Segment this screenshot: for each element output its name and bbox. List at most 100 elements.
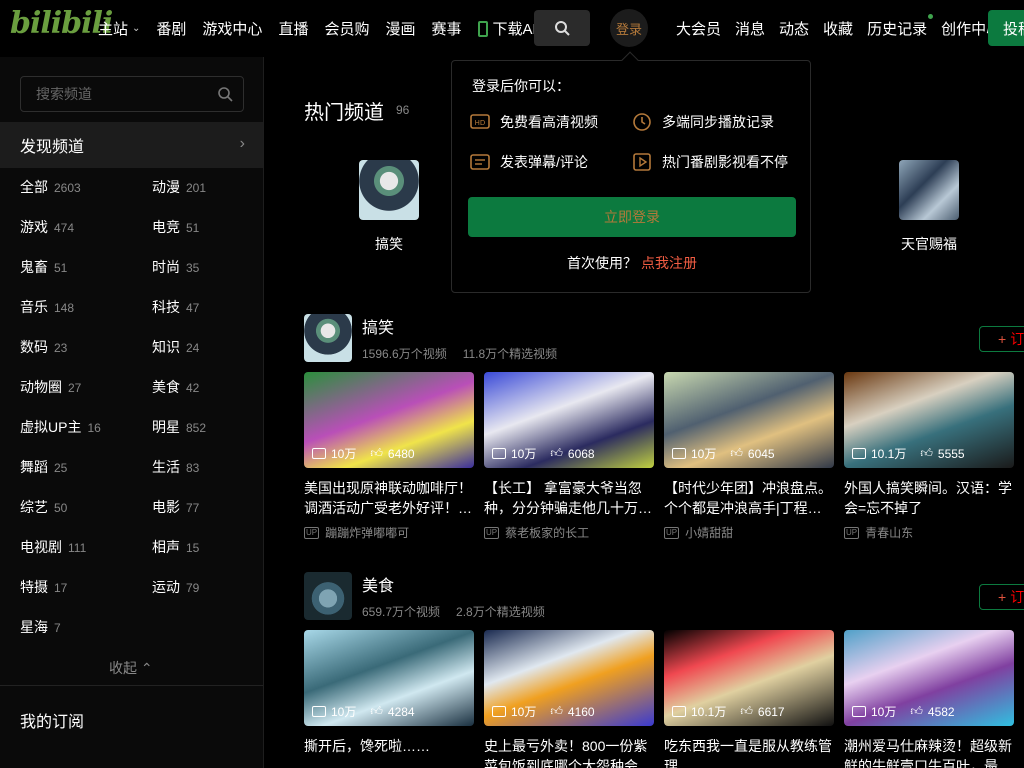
- video-card[interactable]: 10.1万 👍︎ 6617 吃东西我一直是服从教练管理: [664, 630, 834, 768]
- nav-manga[interactable]: 漫画: [385, 18, 415, 39]
- register-link[interactable]: 点我注册: [641, 255, 697, 271]
- video-cover[interactable]: 10万 👍︎ 6068: [484, 372, 654, 468]
- video-card[interactable]: 10万 👍︎ 4160 史上最亏外卖！800一份紫菜包饭到底哪个大怨种会…: [484, 630, 654, 768]
- channel-search-input[interactable]: 搜索频道: [20, 76, 244, 112]
- channel-avatar[interactable]: [304, 314, 352, 362]
- hot-channel-item[interactable]: 搞笑: [359, 160, 419, 254]
- search-icon[interactable]: [217, 86, 233, 102]
- uploader[interactable]: UP 蹦蹦炸弹嘟嘟可: [304, 524, 474, 541]
- category-item[interactable]: 数码 23: [20, 337, 67, 357]
- popover-login-button[interactable]: 立即登录: [468, 197, 796, 237]
- nav-shop[interactable]: 会员购: [324, 18, 369, 39]
- category-item[interactable]: 鬼畜 51: [20, 257, 67, 277]
- video-cover[interactable]: 10万 👍︎ 6480: [304, 372, 474, 468]
- play-count-icon: [492, 706, 506, 717]
- video-title[interactable]: 吃东西我一直是服从教练管理: [664, 736, 834, 768]
- category-item[interactable]: 游戏 474: [20, 217, 74, 237]
- login-avatar-button[interactable]: 登录: [610, 9, 648, 47]
- nav-esports[interactable]: 赛事: [431, 18, 461, 39]
- category-item[interactable]: 虚拟UP主 16: [20, 417, 101, 437]
- search-button[interactable]: [534, 10, 590, 46]
- video-card[interactable]: 10万 👍︎ 4284 撕开后，馋死啦……: [304, 630, 474, 768]
- category-item[interactable]: 星海 7: [20, 617, 61, 637]
- video-card[interactable]: 10万 👍︎ 4582 潮州爱马仕麻辣烫！超级新鲜的牛鲜壹口牛百叶，最…: [844, 630, 1014, 768]
- perk-label: 免费看高清视频: [500, 114, 598, 130]
- video-title[interactable]: 美国出现原神联动咖啡厅！调酒活动广受老外好评！…: [304, 478, 474, 518]
- video-cover[interactable]: 10.1万 👍︎ 5555: [844, 372, 1014, 468]
- category-item[interactable]: 综艺 50: [20, 497, 67, 517]
- category-item[interactable]: 动漫 201: [152, 177, 206, 197]
- nav-vip[interactable]: 大会员: [676, 18, 721, 39]
- video-title[interactable]: 潮州爱马仕麻辣烫！超级新鲜的牛鲜壹口牛百叶，最…: [844, 736, 1014, 768]
- hot-channel-item[interactable]: 天官赐福: [899, 160, 959, 254]
- category-name: 鬼畜: [20, 259, 48, 275]
- category-item[interactable]: 舞蹈 25: [20, 457, 67, 477]
- chevron-up-icon: ⌃: [140, 660, 153, 676]
- uploader-name: 小婧甜甜: [685, 526, 734, 540]
- subscribe-button[interactable]: + 订: [979, 326, 1024, 352]
- video-card[interactable]: 10万 👍︎ 6068 【长工】 拿富豪大爷当忽种，分分钟骗走他几十万… UP 蔡老板家的…: [484, 372, 654, 541]
- bilibili-logo[interactable]: bilibili: [10, 6, 113, 41]
- video-title[interactable]: 【时代少年团】冲浪盘点。个个都是冲浪高手|丁程…: [664, 478, 834, 518]
- discover-channels[interactable]: 发现频道 ›: [0, 122, 263, 168]
- video-card[interactable]: 10万 👍︎ 6480 美国出现原神联动咖啡厅！调酒活动广受老外好评！… UP 蹦蹦炸弹嘟…: [304, 372, 474, 541]
- nav-messages[interactable]: 消息: [735, 18, 765, 39]
- category-item[interactable]: 特摄 17: [20, 577, 67, 597]
- nav-dynamic[interactable]: 动态: [779, 18, 809, 39]
- category-count: 25: [54, 461, 68, 475]
- nav-live[interactable]: 直播: [278, 18, 308, 39]
- video-title[interactable]: 【长工】 拿富豪大爷当忽种，分分钟骗走他几十万…: [484, 478, 654, 518]
- video-cover[interactable]: 10万 👍︎ 4582: [844, 630, 1014, 726]
- video-cover[interactable]: 10万 👍︎ 4160: [484, 630, 654, 726]
- upload-button[interactable]: 投稿: [988, 10, 1024, 46]
- category-item[interactable]: 生活 83: [152, 457, 199, 477]
- category-item[interactable]: 科技 47: [152, 297, 199, 317]
- category-item[interactable]: 电视剧 111: [20, 537, 86, 557]
- my-subscriptions[interactable]: 我的订阅: [20, 708, 84, 732]
- category-item[interactable]: 时尚 35: [152, 257, 199, 277]
- category-item[interactable]: 运动 79: [152, 577, 199, 597]
- nav-main-site[interactable]: 主站 ⌄: [98, 18, 140, 39]
- play-icon: [633, 153, 651, 171]
- like-icon: 👍︎: [920, 446, 933, 460]
- category-item[interactable]: 美食 42: [152, 377, 199, 397]
- category-count: 24: [186, 341, 200, 355]
- category-item[interactable]: 音乐 148: [20, 297, 74, 317]
- video-title[interactable]: 史上最亏外卖！800一份紫菜包饭到底哪个大怨种会…: [484, 736, 654, 768]
- category-item[interactable]: 动物圈 27: [20, 377, 81, 397]
- video-card[interactable]: 10.1万 👍︎ 5555 外国人搞笑瞬间。汉语：学会=忘不掉了 UP 青春山东: [844, 372, 1014, 541]
- nav-history[interactable]: 历史记录: [867, 14, 934, 39]
- uploader[interactable]: UP 小婧甜甜: [664, 524, 834, 541]
- like-count: 6068: [567, 446, 595, 461]
- channel-name[interactable]: 美食: [362, 572, 394, 596]
- video-cover[interactable]: 10万 👍︎ 4284: [304, 630, 474, 726]
- category-item[interactable]: 相声 15: [152, 537, 199, 557]
- channel-name[interactable]: 搞笑: [362, 314, 394, 338]
- nav-favorites[interactable]: 收藏: [823, 18, 853, 39]
- category-item[interactable]: 全部 2603: [20, 177, 81, 197]
- video-count: 659.7万个视频: [362, 605, 441, 619]
- video-cover[interactable]: 10万 👍︎ 6045: [664, 372, 834, 468]
- video-meta: 10万 👍︎ 6068: [492, 445, 595, 462]
- uploader-name: 青春山东: [865, 526, 914, 540]
- category-item[interactable]: 电影 77: [152, 497, 199, 517]
- video-cover[interactable]: 10.1万 👍︎ 6617: [664, 630, 834, 726]
- category-item[interactable]: 明星 852: [152, 417, 206, 437]
- uploader[interactable]: UP 青春山东: [844, 524, 1014, 541]
- nav-anime[interactable]: 番剧: [156, 18, 186, 39]
- category-count: 148: [54, 301, 75, 315]
- category-item[interactable]: 知识 24: [152, 337, 199, 357]
- category-item[interactable]: 电竞 51: [152, 217, 199, 237]
- subscribe-button[interactable]: + 订: [979, 584, 1024, 610]
- channel-avatar[interactable]: [304, 572, 352, 620]
- play-count: 10.1万: [871, 447, 907, 461]
- video-card[interactable]: 10万 👍︎ 6045 【时代少年团】冲浪盘点。个个都是冲浪高手|丁程… UP 小婧甜甜: [664, 372, 834, 541]
- video-title[interactable]: 撕开后，馋死啦……: [304, 736, 474, 768]
- nav-game-center[interactable]: 游戏中心: [202, 18, 262, 39]
- uploader[interactable]: UP 蔡老板家的长工: [484, 524, 654, 541]
- video-title[interactable]: 外国人搞笑瞬间。汉语：学会=忘不掉了: [844, 478, 1014, 518]
- perk-hd-video: HD 免费看高清视频: [470, 112, 598, 132]
- hot-channels-title: 热门频道: [304, 102, 384, 124]
- phone-icon: [477, 20, 488, 37]
- collapse-button[interactable]: 收起 ⌃: [109, 658, 153, 678]
